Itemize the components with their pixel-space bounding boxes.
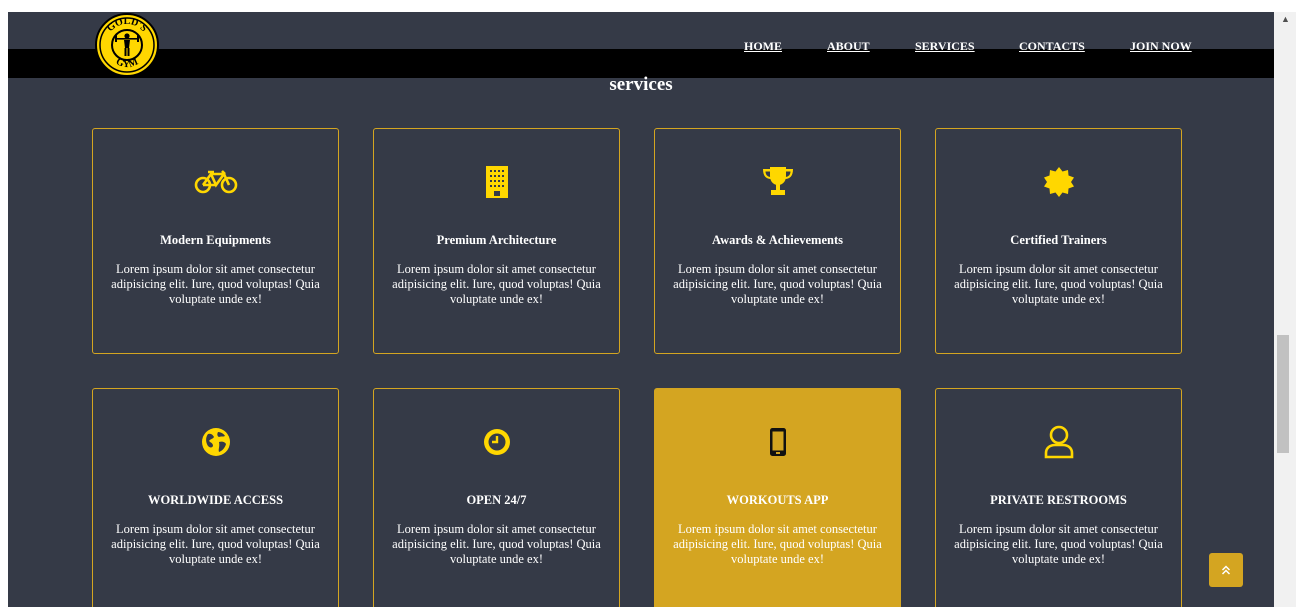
nav-services[interactable]: SERVICES (915, 39, 975, 53)
back-to-top-button[interactable] (1209, 553, 1243, 587)
scroll-up-arrow-icon[interactable]: ▲ (1281, 14, 1290, 24)
card-text: Lorem ipsum dolor sit amet consectetur a… (392, 522, 601, 566)
nav-home[interactable]: HOME (744, 39, 782, 53)
card-text: Lorem ipsum dolor sit amet consectetur a… (673, 262, 882, 306)
card-text: Lorem ipsum dolor sit amet consectetur a… (954, 262, 1163, 306)
card-text: Lorem ipsum dolor sit amet consectetur a… (673, 522, 882, 566)
service-card-workouts-app[interactable]: WORKOUTS APP Lorem ipsum dolor sit amet … (654, 388, 901, 607)
card-text: Lorem ipsum dolor sit amet consectetur a… (111, 522, 320, 566)
user-icon (1044, 425, 1073, 459)
service-card-open-24-7[interactable]: OPEN 24/7 Lorem ipsum dolor sit amet con… (373, 388, 620, 607)
trophy-icon (762, 167, 793, 195)
service-card-certified-trainers[interactable]: Certified Trainers Lorem ipsum dolor sit… (935, 128, 1182, 354)
service-card-awards[interactable]: Awards & Achievements Lorem ipsum dolor … (654, 128, 901, 354)
card-title: Certified Trainers (1010, 233, 1107, 247)
page-scrollbar[interactable]: ▲ (1274, 12, 1296, 607)
bicycle-icon (194, 170, 237, 194)
card-title: Awards & Achievements (712, 233, 843, 247)
section-title: services (609, 74, 673, 95)
nav-contacts[interactable]: CONTACTS (1019, 39, 1085, 53)
nav-about[interactable]: ABOUT (827, 39, 870, 53)
certificate-icon (1043, 167, 1074, 197)
scrollbar-thumb[interactable] (1277, 335, 1289, 453)
clock-icon (483, 429, 510, 455)
service-card-private-restrooms[interactable]: PRIVATE RESTROOMS Lorem ipsum dolor sit … (935, 388, 1182, 607)
nav-join-now[interactable]: JOIN NOW (1130, 39, 1192, 53)
card-title: Premium Architecture (436, 233, 557, 247)
card-title: PRIVATE RESTROOMS (990, 493, 1127, 507)
card-text: Lorem ipsum dolor sit amet consectetur a… (392, 262, 601, 306)
service-card-worldwide-access[interactable]: WORLDWIDE ACCESS Lorem ipsum dolor sit a… (92, 388, 339, 607)
mobile-phone-icon (769, 428, 786, 456)
page-viewport: GOLD'S GYM HOME ABOUT SERVICES CONTACTS … (8, 12, 1274, 607)
main-nav: HOME ABOUT SERVICES CONTACTS JOIN NOW (8, 39, 1274, 53)
globe-icon (201, 428, 230, 456)
card-text: Lorem ipsum dolor sit amet consectetur a… (111, 262, 320, 306)
service-card-premium-architecture[interactable]: Premium Architecture Lorem ipsum dolor s… (373, 128, 620, 354)
card-title: OPEN 24/7 (466, 493, 527, 507)
service-card-modern-equipments[interactable]: Modern Equipments Lorem ipsum dolor sit … (92, 128, 339, 354)
building-icon (485, 166, 508, 198)
card-title: WORKOUTS APP (726, 493, 829, 507)
card-text: Lorem ipsum dolor sit amet consectetur a… (954, 522, 1163, 566)
double-chevron-up-icon (1221, 565, 1231, 575)
card-title: WORLDWIDE ACCESS (147, 493, 284, 507)
card-title: Modern Equipments (160, 233, 271, 247)
